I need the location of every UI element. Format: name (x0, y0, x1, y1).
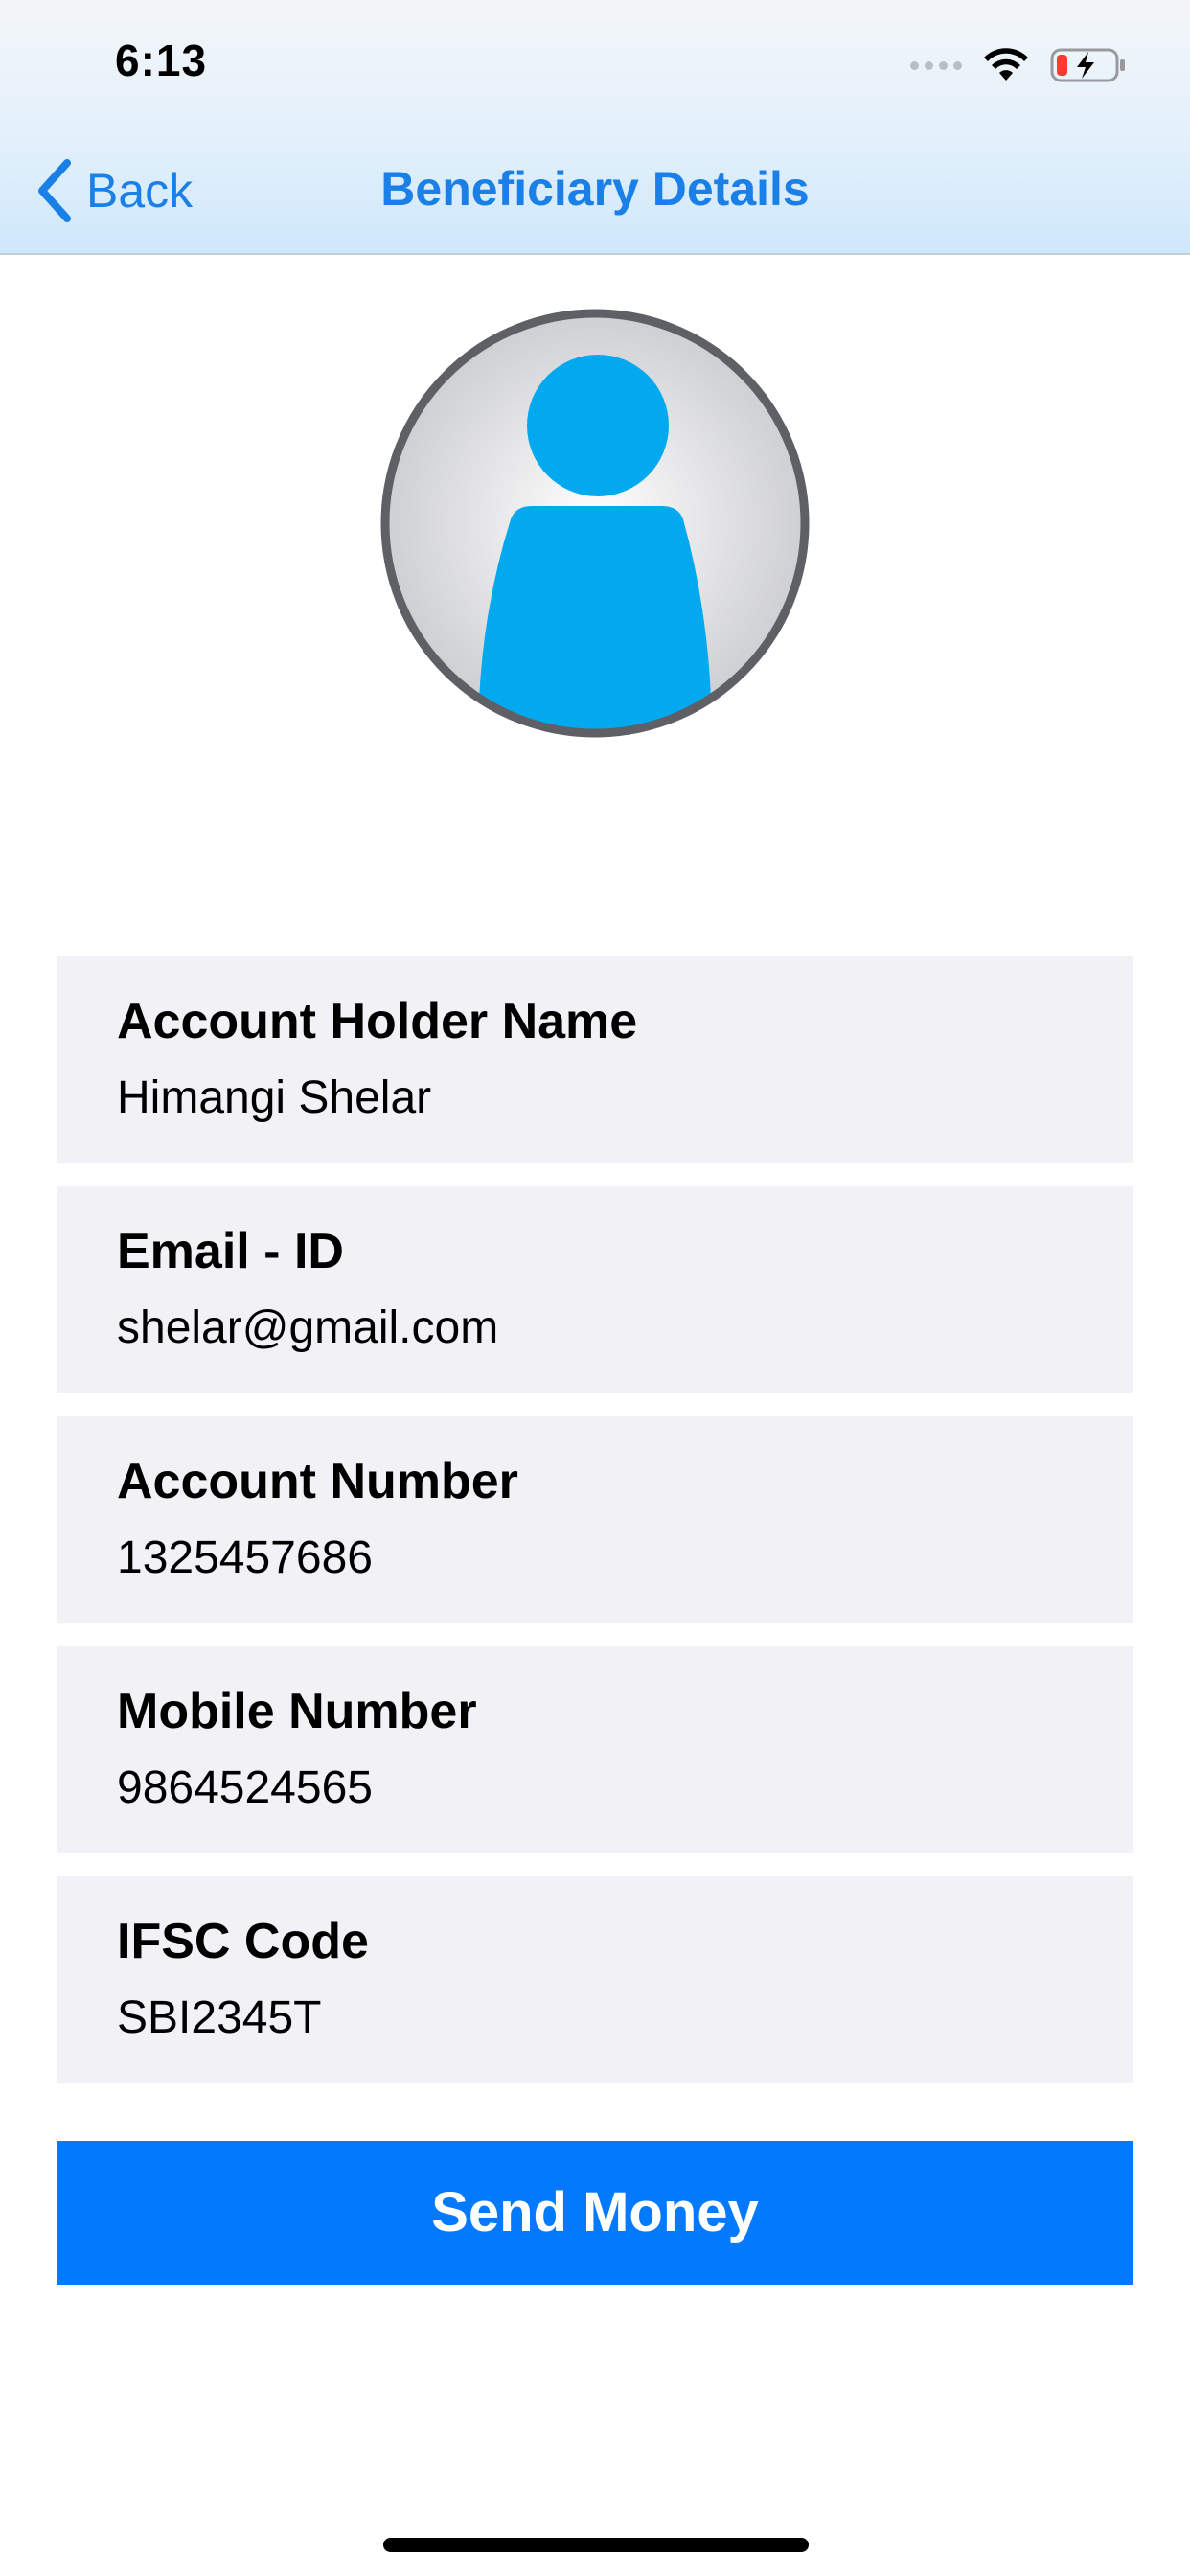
detail-card-account-number: Account Number 1325457686 (57, 1416, 1133, 1623)
detail-value: shelar@gmail.com (117, 1302, 499, 1353)
home-indicator[interactable] (383, 2538, 809, 2552)
beneficiary-details-screen: 6:13 Back Beneficiary Details Account Ho… (0, 0, 1190, 2576)
detail-value: Himangi Shelar (117, 1072, 432, 1123)
user-avatar-icon (380, 309, 810, 738)
detail-value: SBI2345T (117, 1992, 322, 2043)
page-title: Beneficiary Details (380, 162, 810, 216)
cellular-signal-icon (910, 60, 962, 70)
detail-card-account-holder-name: Account Holder Name Himangi Shelar (57, 956, 1133, 1163)
detail-card-ifsc-code: IFSC Code SBI2345T (57, 1876, 1133, 2083)
detail-card-email-id: Email - ID shelar@gmail.com (57, 1186, 1133, 1393)
beneficiary-details-list: Account Holder Name Himangi Shelar Email… (57, 956, 1133, 2106)
detail-label: IFSC Code (117, 1914, 369, 1969)
detail-label: Email - ID (117, 1224, 344, 1279)
send-money-button[interactable]: Send Money (57, 2141, 1133, 2285)
detail-label: Account Holder Name (117, 994, 638, 1049)
detail-label: Account Number (117, 1454, 518, 1509)
navigation-header: 6:13 Back Beneficiary Details (0, 0, 1190, 255)
detail-card-mobile-number: Mobile Number 9864524565 (57, 1646, 1133, 1853)
detail-value: 1325457686 (117, 1532, 373, 1583)
battery-charging-icon (1050, 48, 1125, 82)
wifi-icon (984, 48, 1028, 80)
detail-label: Mobile Number (117, 1684, 477, 1739)
status-icons (910, 44, 1127, 86)
status-time: 6:13 (115, 35, 208, 85)
detail-value: 9864524565 (117, 1762, 373, 1813)
